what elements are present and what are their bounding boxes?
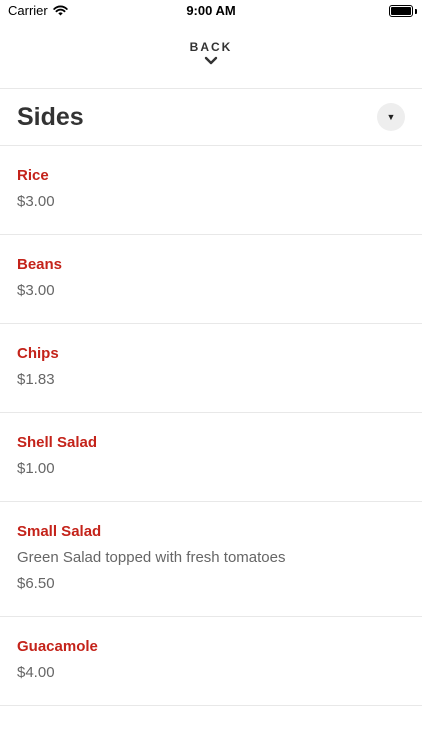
item-price: $3.00 <box>17 282 55 299</box>
menu-item-guacamole[interactable]: Guacamole $4.00 <box>0 617 422 706</box>
status-time: 9:00 AM <box>186 3 236 18</box>
item-name: Chips <box>17 345 59 362</box>
menu-item-chips[interactable]: Chips $1.83 <box>0 324 422 413</box>
menu-item-beans[interactable]: Beans $3.00 <box>0 235 422 324</box>
back-button[interactable]: BACK <box>0 36 422 80</box>
section-dropdown-button[interactable]: ▼ <box>377 103 405 131</box>
triangle-down-icon: ▼ <box>386 112 396 122</box>
section-title: Sides <box>17 103 84 131</box>
item-price: $3.00 <box>17 193 55 210</box>
battery-fill <box>391 7 411 15</box>
back-label: BACK <box>189 40 233 54</box>
status-bar: Carrier 9:00 AM <box>0 0 422 22</box>
item-name: Beans <box>17 256 63 273</box>
section-header: Sides ▼ <box>0 89 422 145</box>
menu-item-shell-salad[interactable]: Shell Salad $1.00 <box>0 413 422 502</box>
item-name: Guacamole <box>17 638 98 655</box>
chevron-down-icon <box>204 56 218 65</box>
item-price: $6.50 <box>17 575 55 592</box>
menu-item-small-salad[interactable]: Small Salad Green Salad topped with fres… <box>0 502 422 617</box>
item-price: $4.00 <box>17 664 55 681</box>
battery-icon <box>389 5 413 17</box>
item-price: $1.83 <box>17 371 55 388</box>
battery-tip <box>415 9 417 14</box>
menu-item-list: Rice $3.00 Beans $3.00 Chips $1.83 Shell… <box>0 146 422 706</box>
item-name: Shell Salad <box>17 434 98 451</box>
item-price: $1.00 <box>17 460 55 477</box>
item-name: Small Salad <box>17 523 102 540</box>
item-name: Rice <box>17 167 49 184</box>
item-description: Green Salad topped with fresh tomatoes <box>17 549 286 566</box>
menu-item-rice[interactable]: Rice $3.00 <box>0 146 422 235</box>
